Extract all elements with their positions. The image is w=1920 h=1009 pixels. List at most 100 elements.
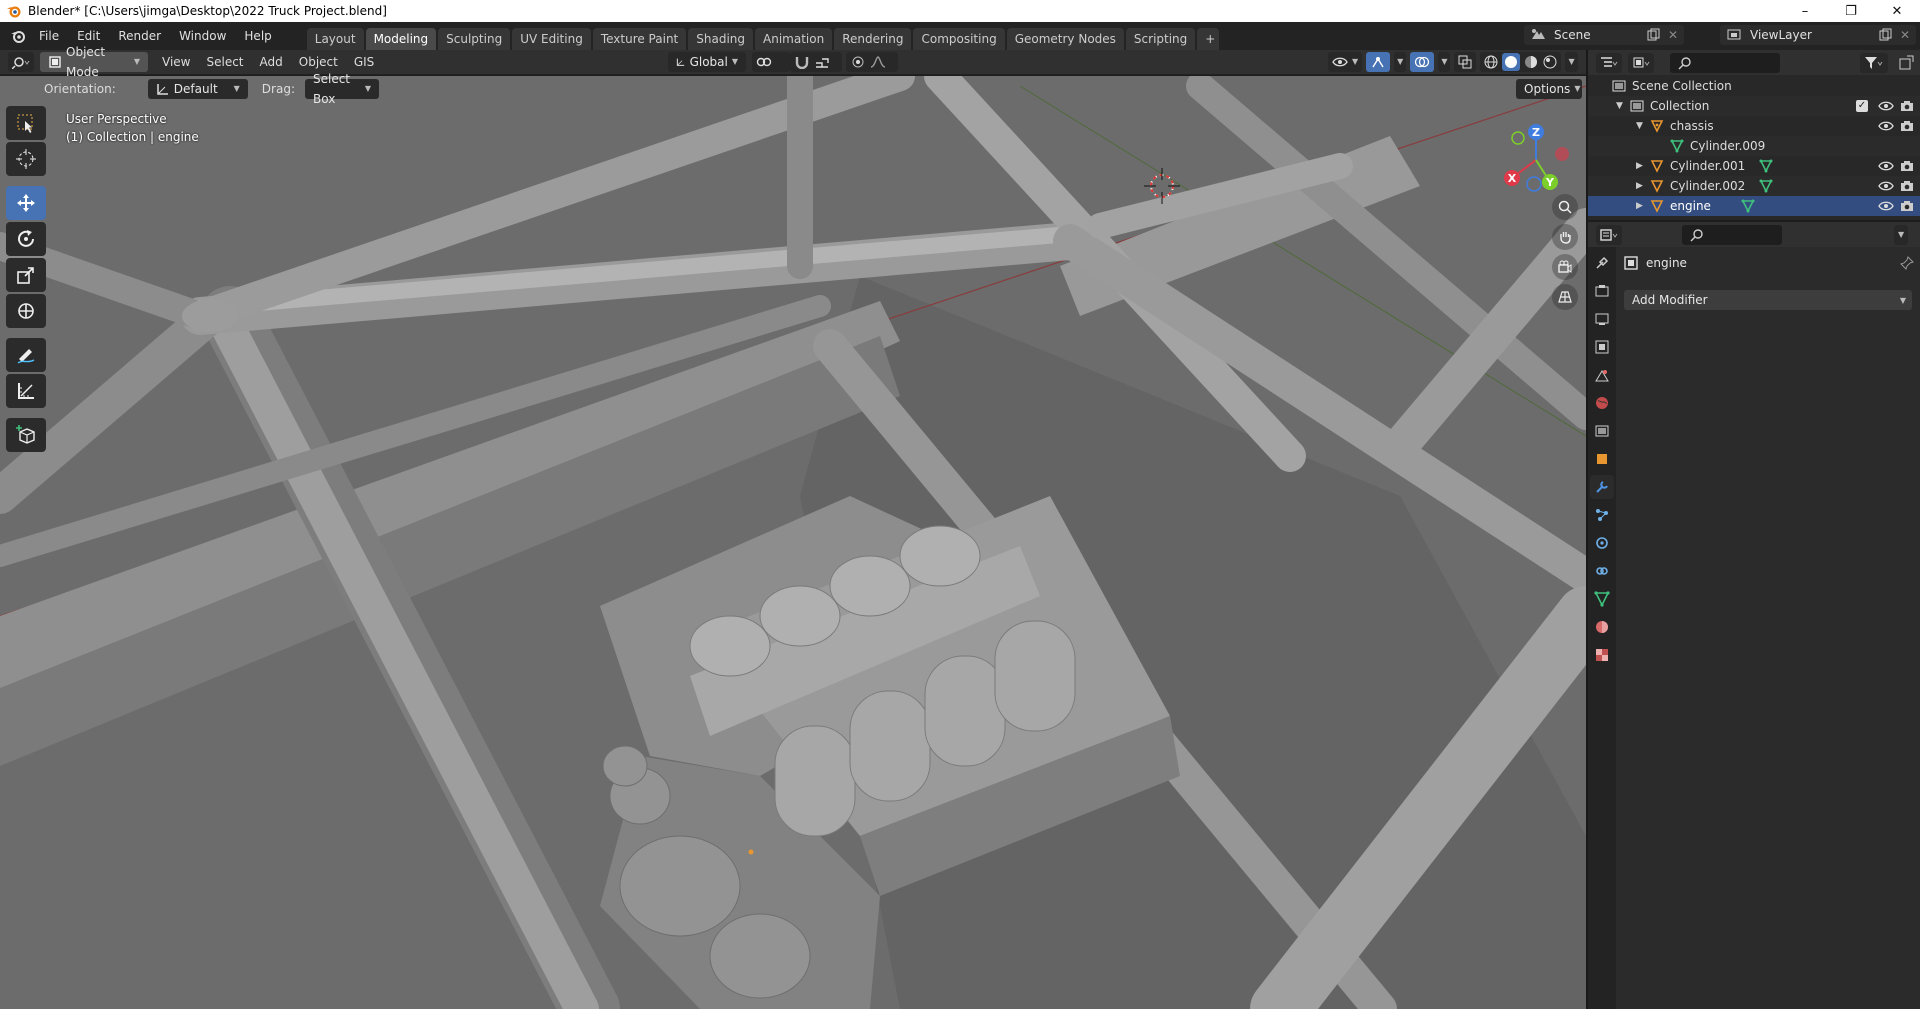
properties-options-button[interactable]: ▼ xyxy=(1894,224,1909,245)
tab-modeling[interactable]: Modeling xyxy=(365,28,437,50)
add-modifier-dropdown[interactable]: Add Modifier ▼ xyxy=(1624,290,1912,310)
eye-icon[interactable] xyxy=(1878,180,1894,192)
menu-add[interactable]: Add xyxy=(252,55,291,69)
exclude-checkbox[interactable]: ✓ xyxy=(1856,100,1868,112)
eye-icon[interactable] xyxy=(1878,120,1894,132)
properties-search-input[interactable] xyxy=(1682,224,1782,245)
shading-mode-selector[interactable] xyxy=(1480,52,1562,72)
outliner-search-input[interactable] xyxy=(1670,52,1780,73)
transform-tool[interactable] xyxy=(6,294,46,328)
outliner-row-cylinder-002[interactable]: ▶ Cylinder.002 xyxy=(1588,176,1920,196)
menu-gis[interactable]: GIS xyxy=(346,55,382,69)
menu-view[interactable]: View xyxy=(154,55,198,69)
drag-dropdown[interactable]: Select Box ▼ xyxy=(304,72,379,106)
render-camera-icon[interactable] xyxy=(1900,200,1914,212)
tab-scene[interactable] xyxy=(1590,363,1614,387)
tab-texture[interactable] xyxy=(1590,643,1614,667)
outliner-editor-type-button[interactable] xyxy=(1596,52,1622,73)
expand-arrow-icon[interactable]: ▶ xyxy=(1636,161,1650,171)
outliner-row-engine[interactable]: ▶ engine xyxy=(1588,196,1920,216)
render-camera-icon[interactable] xyxy=(1900,180,1914,192)
tab-compositing[interactable]: Compositing xyxy=(913,28,1005,50)
rendered-shading-icon[interactable] xyxy=(1542,54,1558,70)
rotate-tool[interactable] xyxy=(6,222,46,256)
minimize-button[interactable]: – xyxy=(1782,0,1828,22)
tab-physics[interactable] xyxy=(1590,531,1614,555)
eye-icon[interactable] xyxy=(1878,100,1894,112)
menu-select[interactable]: Select xyxy=(198,55,251,69)
outliner-row-cylinder-001[interactable]: ▶ Cylinder.001 xyxy=(1588,156,1920,176)
add-cube-tool[interactable] xyxy=(6,418,46,452)
tab-output[interactable] xyxy=(1590,307,1614,331)
tab-uv-editing[interactable]: UV Editing xyxy=(512,28,591,50)
shading-menu[interactable]: ▼ xyxy=(1565,52,1578,72)
mesh-data-icon[interactable] xyxy=(1759,179,1773,193)
tab-tool[interactable] xyxy=(1590,251,1614,275)
tab-data[interactable] xyxy=(1590,587,1614,611)
ortho-toggle-button[interactable] xyxy=(1552,284,1578,310)
scale-tool[interactable] xyxy=(6,258,46,292)
display-mode-button[interactable] xyxy=(1628,52,1654,73)
tab-texture-paint[interactable]: Texture Paint xyxy=(592,28,687,50)
tab-scripting[interactable]: Scripting xyxy=(1125,28,1196,50)
tab-shading[interactable]: Shading xyxy=(688,28,753,50)
tab-modifiers[interactable] xyxy=(1590,475,1614,499)
copy-icon[interactable] xyxy=(1878,28,1894,42)
material-preview-icon[interactable] xyxy=(1523,54,1539,70)
eye-icon[interactable] xyxy=(1878,200,1894,212)
render-camera-icon[interactable] xyxy=(1900,100,1914,112)
tab-world[interactable] xyxy=(1590,391,1614,415)
properties-editor-type-button[interactable] xyxy=(1596,224,1622,245)
expand-arrow-icon[interactable]: ▼ xyxy=(1636,121,1650,131)
expand-arrow-icon[interactable]: ▶ xyxy=(1636,181,1650,191)
render-camera-icon[interactable] xyxy=(1900,160,1914,172)
maximize-button[interactable]: ❐ xyxy=(1828,0,1874,22)
new-collection-icon[interactable] xyxy=(1898,55,1914,71)
tab-layout[interactable]: Layout xyxy=(306,28,364,50)
overlay-menu[interactable]: ▼ xyxy=(1438,52,1451,72)
wireframe-shading-icon[interactable] xyxy=(1483,54,1499,70)
pin-icon[interactable] xyxy=(1900,256,1914,270)
transform-orientation-selector[interactable]: Global ▼ xyxy=(668,52,746,72)
tab-constraints[interactable] xyxy=(1590,559,1614,583)
tab-collection[interactable] xyxy=(1590,419,1614,443)
tab-rendering[interactable]: Rendering xyxy=(834,28,912,50)
gizmo-toggle[interactable] xyxy=(1366,52,1391,72)
add-workspace-button[interactable]: + xyxy=(1197,28,1220,50)
3d-viewport[interactable]: User Perspective (1) Collection | engine… xyxy=(0,76,1586,1009)
tab-material[interactable] xyxy=(1590,615,1614,639)
annotate-tool[interactable] xyxy=(6,338,46,372)
view-layer-selector[interactable]: ViewLayer ✕ xyxy=(1720,25,1916,45)
expand-arrow-icon[interactable]: ▼ xyxy=(1616,101,1630,111)
xray-toggle[interactable] xyxy=(1454,52,1477,72)
pan-view-button[interactable] xyxy=(1552,224,1578,250)
orientation-dropdown[interactable]: Default ▼ xyxy=(147,78,248,99)
remove-scene-icon[interactable]: ✕ xyxy=(1668,28,1678,42)
outliner-row-chassis[interactable]: ▼ chassis xyxy=(1588,116,1920,136)
remove-view-layer-icon[interactable]: ✕ xyxy=(1900,28,1910,42)
mesh-data-icon[interactable] xyxy=(1759,159,1773,173)
menu-help[interactable]: Help xyxy=(235,26,280,46)
options-dropdown[interactable]: Options ▼ xyxy=(1516,78,1582,99)
outliner-row-cylinder-009[interactable]: Cylinder.009 xyxy=(1588,136,1920,156)
render-camera-icon[interactable] xyxy=(1900,120,1914,132)
mesh-data-icon[interactable] xyxy=(1741,199,1755,213)
move-tool[interactable] xyxy=(6,186,46,220)
expand-arrow-icon[interactable]: ▶ xyxy=(1636,201,1650,211)
zoom-view-button[interactable] xyxy=(1552,194,1578,220)
mode-selector[interactable]: Object Mode ▼ xyxy=(40,45,148,79)
tab-render[interactable] xyxy=(1590,279,1614,303)
copy-icon[interactable] xyxy=(1646,28,1662,42)
outliner-row-collection[interactable]: ▼ Collection ✓ xyxy=(1588,96,1920,116)
tab-animation[interactable]: Animation xyxy=(755,28,833,50)
overlay-toggle[interactable] xyxy=(1410,52,1435,72)
visibility-selector[interactable]: ▼ xyxy=(1328,52,1363,72)
select-box-tool[interactable] xyxy=(6,106,46,140)
gizmo-menu[interactable]: ▼ xyxy=(1394,52,1407,72)
solid-shading-icon[interactable] xyxy=(1502,53,1521,71)
blender-menu-icon[interactable] xyxy=(10,28,26,44)
tab-geometry-nodes[interactable]: Geometry Nodes xyxy=(1006,28,1124,50)
tab-sculpting[interactable]: Sculpting xyxy=(438,28,511,50)
menu-object[interactable]: Object xyxy=(291,55,346,69)
measure-tool[interactable] xyxy=(6,374,46,408)
